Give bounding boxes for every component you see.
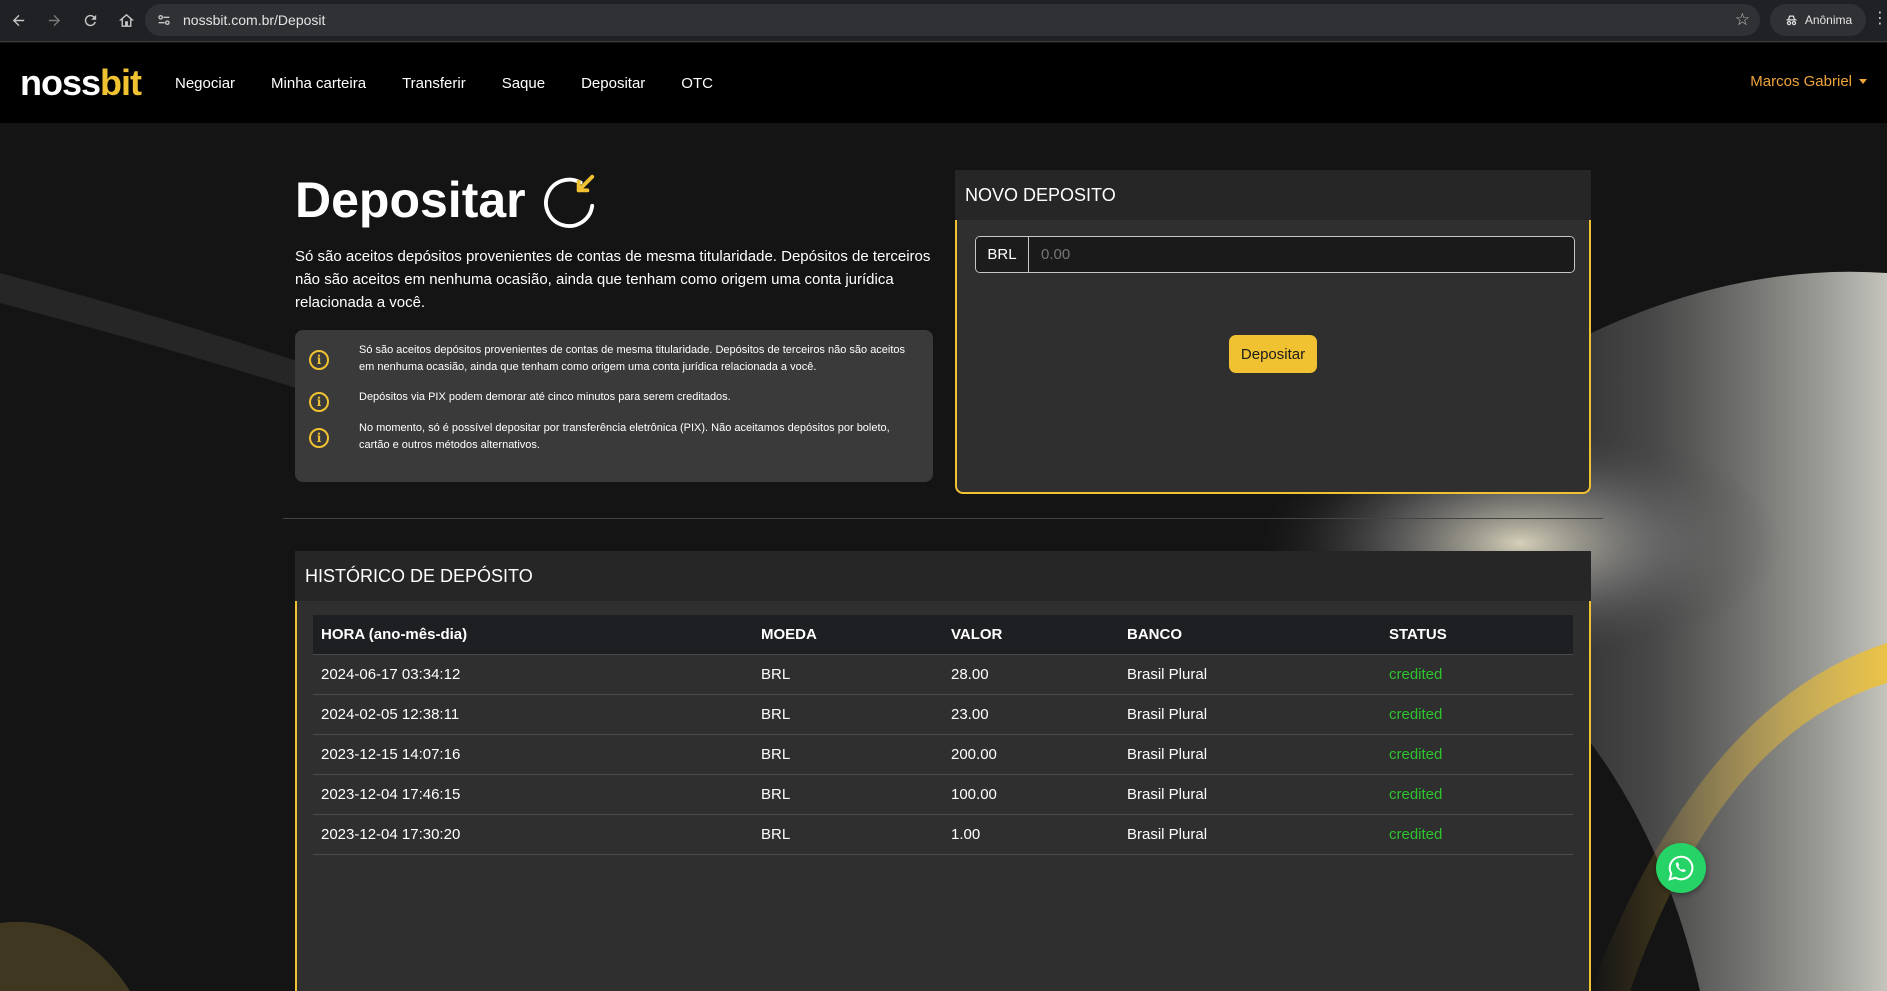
incognito-icon — [1786, 15, 1797, 25]
new-deposit-header: NOVO DEPOSITO — [955, 170, 1591, 220]
nav-saque[interactable]: Saque — [502, 75, 545, 92]
cell-moeda: BRL — [753, 653, 943, 694]
table-row: 2024-02-05 12:38:11 BRL 23.00 Brasil Plu… — [313, 693, 1573, 734]
user-name: Marcos Gabriel — [1750, 73, 1852, 90]
notice-text: Só são aceitos depósitos provenientes de… — [359, 344, 906, 373]
notice-text: Depósitos via PIX podem demorar até cinc… — [359, 391, 731, 403]
page-header: Depositar — [295, 168, 598, 232]
col-valor: VALOR — [943, 615, 1119, 654]
currency-addon: BRL — [976, 237, 1029, 272]
bookmark-star-icon[interactable]: ☆ — [1735, 10, 1750, 30]
cell-hora: 2023-12-15 14:07:16 — [313, 733, 753, 774]
home-icon[interactable] — [108, 3, 144, 39]
cell-status: credited — [1381, 773, 1573, 814]
cell-valor: 28.00 — [943, 653, 1119, 694]
cell-hora: 2024-06-17 03:34:12 — [313, 653, 753, 694]
history-title: HISTÓRICO DE DEPÓSITO — [305, 565, 533, 586]
section-divider — [283, 518, 1603, 519]
logo-text-part1: noss — [20, 62, 101, 103]
cell-status: credited — [1381, 693, 1573, 734]
col-status: STATUS — [1381, 615, 1573, 654]
new-deposit-title: NOVO DEPOSITO — [965, 184, 1116, 205]
col-hora: HORA (ano-mês-dia) — [313, 615, 753, 654]
address-bar[interactable]: nossbit.com.br/Deposit ☆ — [145, 4, 1760, 36]
whatsapp-button[interactable] — [1656, 843, 1706, 893]
notice-text: No momento, só é possível depositar por … — [359, 422, 890, 451]
amount-input[interactable] — [1029, 237, 1574, 272]
incognito-badge[interactable]: Anônima — [1770, 4, 1866, 36]
nav-otc[interactable]: OTC — [681, 75, 713, 92]
cell-hora: 2023-12-04 17:30:20 — [313, 813, 753, 855]
logo-text-part2: bit — [100, 62, 142, 103]
more-menu-icon[interactable]: ⋮ — [1872, 8, 1887, 28]
info-icon: i — [309, 350, 329, 370]
cell-moeda: BRL — [753, 813, 943, 855]
cell-moeda: BRL — [753, 733, 943, 774]
table-row: 2023-12-04 17:30:20 BRL 1.00 Brasil Plur… — [313, 813, 1573, 855]
nav-depositar[interactable]: Depositar — [581, 75, 645, 92]
deposit-button[interactable]: Depositar — [1229, 335, 1317, 373]
table-header-row: HORA (ano-mês-dia) MOEDA VALOR BANCO STA… — [313, 615, 1573, 654]
cell-moeda: BRL — [753, 773, 943, 814]
cell-banco: Brasil Plural — [1119, 813, 1381, 855]
new-deposit-card: BRL Depositar — [955, 220, 1591, 494]
deposit-icon — [543, 174, 594, 228]
cell-valor: 200.00 — [943, 733, 1119, 774]
nav-negociar[interactable]: Negociar — [175, 75, 235, 92]
cell-hora: 2023-12-04 17:46:15 — [313, 773, 753, 814]
profile-label: Anônima — [1804, 13, 1853, 27]
intro-text: Só são aceitos depósitos provenientes de… — [295, 248, 931, 311]
amount-input-group: BRL — [975, 236, 1575, 273]
cell-banco: Brasil Plural — [1119, 733, 1381, 774]
history-card: HORA (ano-mês-dia) MOEDA VALOR BANCO STA… — [295, 601, 1591, 991]
nav-transferir[interactable]: Transferir — [402, 75, 466, 92]
info-icon: i — [309, 392, 329, 412]
browser-toolbar: nossbit.com.br/Deposit ☆ Anônima ⋮ — [0, 0, 1887, 42]
history-header: HISTÓRICO DE DEPÓSITO — [295, 551, 1591, 601]
cell-banco: Brasil Plural — [1119, 653, 1381, 694]
cell-status: credited — [1381, 653, 1573, 694]
col-moeda: MOEDA — [753, 615, 943, 654]
forward-icon[interactable] — [36, 3, 72, 39]
col-banco: BANCO — [1119, 615, 1381, 654]
whatsapp-icon — [1668, 855, 1694, 881]
main-menu: Negociar Minha carteira Transferir Saque… — [175, 43, 713, 123]
history-table: HORA (ano-mês-dia) MOEDA VALOR BANCO STA… — [313, 615, 1573, 855]
cell-valor: 23.00 — [943, 693, 1119, 734]
cell-banco: Brasil Plural — [1119, 693, 1381, 734]
cell-status: credited — [1381, 813, 1573, 855]
nossbit-logo[interactable]: nossbit — [20, 62, 142, 103]
cell-valor: 100.00 — [943, 773, 1119, 814]
table-row: 2023-12-15 14:07:16 BRL 200.00 Brasil Pl… — [313, 733, 1573, 774]
url-text: nossbit.com.br/Deposit — [183, 12, 326, 28]
cell-hora: 2024-02-05 12:38:11 — [313, 693, 753, 734]
user-menu[interactable]: Marcos Gabriel — [1750, 73, 1867, 90]
notice-item: i Só são aceitos depósitos provenientes … — [309, 342, 919, 376]
caret-down-icon — [1859, 79, 1867, 84]
site-navbar: nossbit Negociar Minha carteira Transfer… — [0, 43, 1887, 123]
nav-minha-carteira[interactable]: Minha carteira — [271, 75, 366, 92]
cell-banco: Brasil Plural — [1119, 773, 1381, 814]
notice-item: i Depósitos via PIX podem demorar até ci… — [309, 384, 919, 412]
site-settings-icon[interactable] — [155, 11, 173, 29]
reload-icon[interactable] — [72, 3, 108, 39]
info-icon: i — [309, 428, 329, 448]
table-row: 2023-12-04 17:46:15 BRL 100.00 Brasil Pl… — [313, 773, 1573, 814]
table-row: 2024-06-17 03:34:12 BRL 28.00 Brasil Plu… — [313, 653, 1573, 694]
cell-moeda: BRL — [753, 693, 943, 734]
cell-valor: 1.00 — [943, 813, 1119, 855]
notice-box: i Só são aceitos depósitos provenientes … — [295, 330, 933, 482]
cell-status: credited — [1381, 733, 1573, 774]
page-title: Depositar — [295, 172, 526, 228]
back-icon[interactable] — [0, 3, 36, 39]
notice-item: i No momento, só é possível depositar po… — [309, 420, 919, 454]
